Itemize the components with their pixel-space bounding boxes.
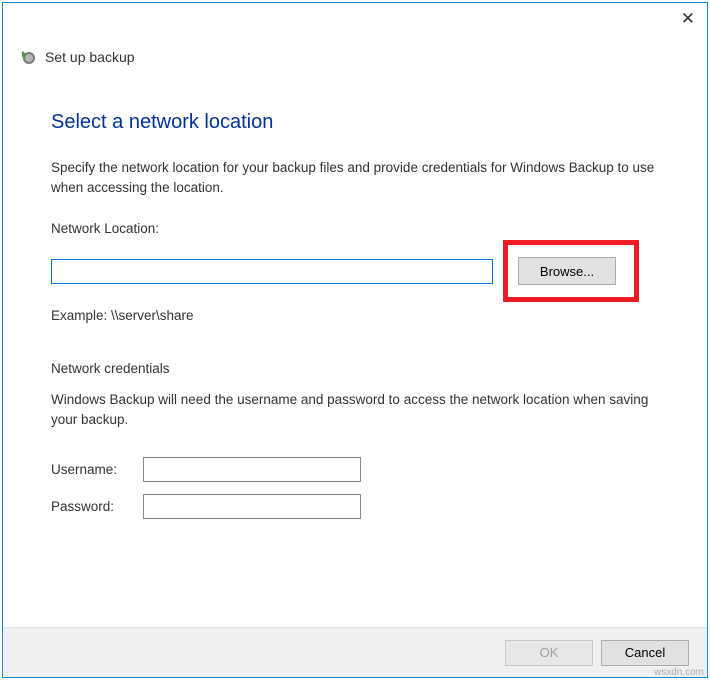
wizard-header: Set up backup xyxy=(19,48,707,66)
username-row: Username: xyxy=(51,457,659,482)
page-description: Specify the network location for your ba… xyxy=(51,158,659,197)
browse-button[interactable]: Browse... xyxy=(518,257,616,285)
network-location-input[interactable] xyxy=(51,259,493,284)
watermark: wsxdn.com xyxy=(654,667,704,678)
ok-button[interactable]: OK xyxy=(505,640,593,666)
wizard-title: Set up backup xyxy=(45,49,135,65)
password-input[interactable] xyxy=(143,494,361,519)
highlight-annotation: Browse... xyxy=(503,240,639,302)
username-label: Username: xyxy=(51,462,143,477)
close-icon[interactable]: ✕ xyxy=(681,9,695,29)
cancel-button[interactable]: Cancel xyxy=(601,640,689,666)
page-title: Select a network location xyxy=(51,111,659,134)
password-row: Password: xyxy=(51,494,659,519)
backup-wizard-icon xyxy=(19,48,37,66)
content-area: Select a network location Specify the ne… xyxy=(3,111,707,627)
dialog-window: ✕ Set up backup Select a network locatio… xyxy=(2,2,708,678)
dialog-footer: OK Cancel xyxy=(3,627,707,677)
credentials-description: Windows Backup will need the username an… xyxy=(51,390,659,429)
password-label: Password: xyxy=(51,499,143,514)
network-location-label: Network Location: xyxy=(51,221,659,236)
example-text: Example: \\server\share xyxy=(51,308,659,323)
username-input[interactable] xyxy=(143,457,361,482)
credentials-heading: Network credentials xyxy=(51,361,659,376)
network-location-row: Browse... xyxy=(51,240,659,302)
